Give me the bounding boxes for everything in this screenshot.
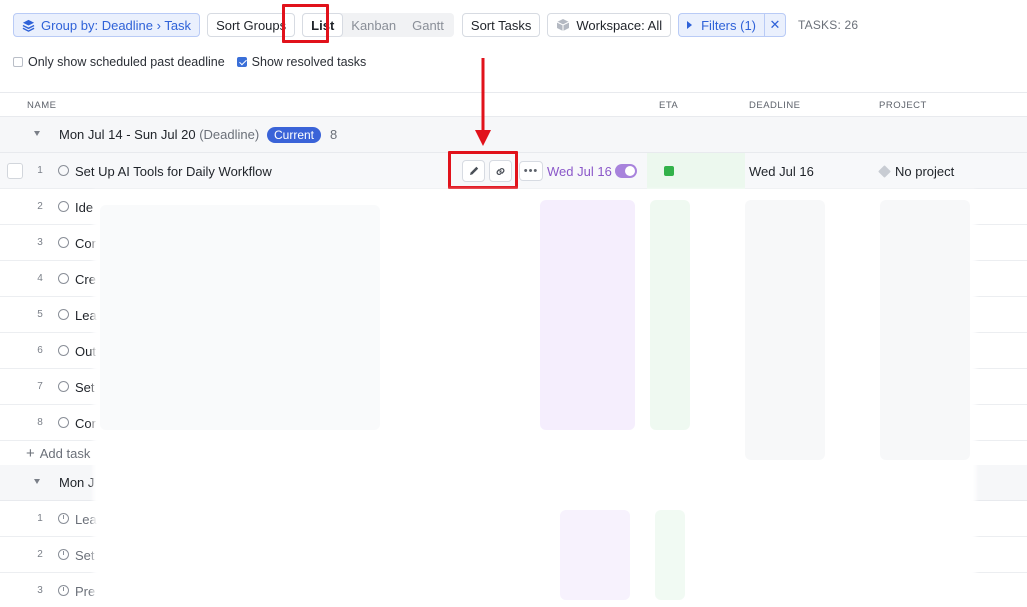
caret-right-icon: [687, 21, 693, 29]
project-name: No project: [895, 164, 955, 179]
group-subtitle: (Deadline): [199, 127, 260, 142]
auto-schedule-toggle[interactable]: [615, 164, 637, 178]
layers-icon: [22, 19, 35, 32]
view-kanban-tab[interactable]: Kanban: [343, 13, 404, 37]
clock-icon[interactable]: [58, 585, 69, 596]
toolbar: Group by: Deadline › Task Sort Groups Li…: [13, 13, 858, 37]
row-actions: [462, 160, 516, 182]
status-circle-icon[interactable]: [58, 309, 69, 320]
row-checkbox[interactable]: [7, 163, 23, 179]
past-deadline-option[interactable]: Only show scheduled past deadline: [13, 55, 225, 69]
show-resolved-checkbox[interactable]: [236, 57, 247, 67]
task-name[interactable]: Set: [75, 548, 95, 563]
project-cell[interactable]: No project: [878, 164, 955, 179]
edit-button[interactable]: [462, 160, 485, 182]
task-name[interactable]: Set Up AI Tools for Daily Workflow: [75, 164, 272, 179]
status-circle-icon[interactable]: [58, 201, 69, 212]
blurred-date-column: [540, 200, 635, 430]
status-circle-icon[interactable]: [58, 237, 69, 248]
column-deadline-header[interactable]: DEADLINE: [749, 100, 801, 111]
pencil-icon: [469, 166, 478, 175]
blurred-project-column: [880, 200, 970, 460]
status-circle-icon[interactable]: [58, 273, 69, 284]
eta-cell: [647, 153, 745, 189]
group-title: Mon Jul 14 - Sun Jul 20 (Deadline): [59, 127, 259, 142]
current-badge: Current: [267, 127, 322, 143]
add-task-button[interactable]: + Add task: [26, 445, 90, 462]
column-eta-header[interactable]: ETA: [659, 100, 678, 111]
group-date-range: Mon Jul 14 - Sun Jul 20: [59, 127, 196, 142]
group-by-label: Group by: Deadline › Task: [41, 17, 192, 33]
blurred-eta-column: [650, 200, 690, 430]
row-number: 1: [37, 513, 43, 524]
task-count: TASKS: 26: [798, 18, 859, 32]
eta-on-track-icon: [664, 166, 674, 176]
clock-icon[interactable]: [58, 513, 69, 524]
filters-button[interactable]: Filters (1): [678, 13, 764, 37]
table-row[interactable]: 1 Set Up AI Tools for Daily Workflow •••…: [0, 153, 1027, 189]
blurred-names-column: [100, 205, 380, 430]
group-header[interactable]: Mon Jul 14 - Sun Jul 20 (Deadline) Curre…: [0, 117, 1027, 153]
status-circle-icon[interactable]: [58, 345, 69, 356]
group-by-button[interactable]: Group by: Deadline › Task: [13, 13, 201, 37]
row-number: 5: [37, 309, 43, 320]
column-name-header[interactable]: NAME: [27, 100, 56, 111]
workspace-button[interactable]: Workspace: All: [547, 13, 672, 37]
blurred-deadline-column: [745, 200, 825, 460]
workspace-label: Workspace: All: [576, 17, 663, 33]
past-deadline-checkbox[interactable]: [13, 57, 23, 67]
group-title: Mon J: [59, 475, 95, 490]
chevron-down-icon[interactable]: [34, 479, 40, 484]
status-circle-icon[interactable]: [58, 417, 69, 428]
view-switcher: List Kanban Gantt: [302, 13, 454, 37]
cube-icon: [556, 18, 570, 32]
task-name[interactable]: Ide: [75, 200, 93, 215]
filters-label: Filters (1): [701, 17, 756, 33]
sort-tasks-button[interactable]: Sort Tasks: [461, 13, 541, 37]
row-number: 6: [37, 345, 43, 356]
blurred-eta-column-2: [655, 510, 685, 600]
deadline-value[interactable]: Wed Jul 16: [749, 164, 814, 179]
copy-link-button[interactable]: [489, 160, 512, 182]
view-list-tab[interactable]: List: [302, 13, 344, 37]
clear-filters-button[interactable]: ✕: [764, 13, 786, 37]
add-task-label: Add task: [39, 446, 91, 461]
row-number: 7: [37, 381, 43, 392]
row-number: 2: [37, 201, 43, 212]
close-icon: ✕: [769, 17, 781, 32]
show-resolved-label: Show resolved tasks: [251, 55, 367, 69]
group-count: 8: [330, 127, 338, 142]
plus-icon: +: [26, 445, 35, 462]
row-number: 3: [37, 237, 43, 248]
row-number: 8: [37, 417, 43, 428]
row-number: 4: [37, 273, 43, 284]
scheduled-date[interactable]: Wed Jul 16: [547, 164, 612, 179]
status-circle-icon[interactable]: [58, 381, 69, 392]
row-number: 2: [37, 549, 43, 560]
row-number: 3: [37, 585, 43, 596]
view-gantt-tab[interactable]: Gantt: [404, 13, 452, 37]
past-deadline-label: Only show scheduled past deadline: [28, 55, 225, 69]
options-bar: Only show scheduled past deadline Show r…: [13, 55, 378, 69]
task-name[interactable]: Set: [75, 380, 95, 395]
status-circle-icon[interactable]: [58, 165, 69, 176]
more-icon[interactable]: •••: [519, 161, 543, 181]
column-project-header[interactable]: PROJECT: [879, 100, 927, 111]
chevron-down-icon[interactable]: [34, 131, 40, 136]
link-icon: [496, 167, 505, 175]
sort-groups-button[interactable]: Sort Groups: [207, 13, 296, 37]
table-header: NAME ETA DEADLINE PROJECT: [0, 92, 1027, 117]
filters-control: Filters (1) ✕: [678, 13, 786, 37]
project-cube-icon: [878, 165, 891, 178]
show-resolved-option[interactable]: Show resolved tasks: [236, 55, 367, 69]
blurred-date-column-2: [560, 510, 630, 600]
clock-icon[interactable]: [58, 549, 69, 560]
row-number: 1: [37, 165, 43, 176]
